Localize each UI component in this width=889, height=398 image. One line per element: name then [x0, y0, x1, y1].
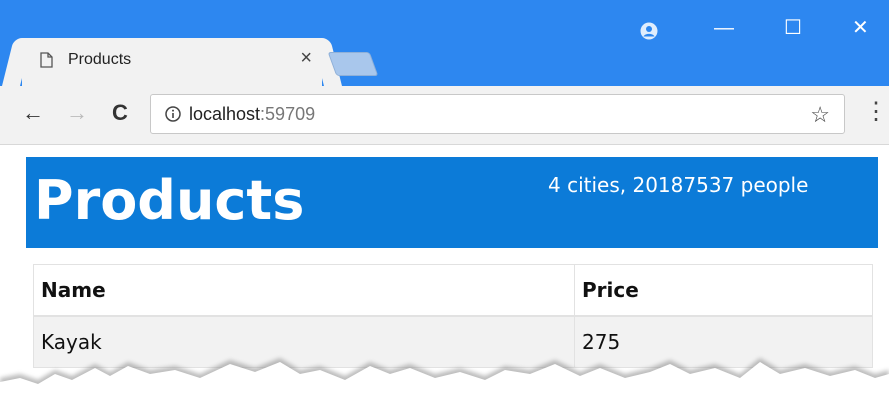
- url-port: :59709: [260, 104, 316, 124]
- reload-button[interactable]: C: [112, 102, 128, 124]
- tab-title: Products: [68, 51, 132, 68]
- url-host: localhost: [189, 104, 261, 124]
- page-icon: [40, 52, 53, 68]
- browser-tab-products[interactable]: Products ×: [22, 38, 322, 86]
- new-tab-button[interactable]: [327, 52, 379, 76]
- bookmark-star-icon[interactable]: ☆: [810, 102, 830, 128]
- profile-icon[interactable]: [640, 22, 658, 40]
- back-button[interactable]: ←: [22, 102, 44, 124]
- minimize-button[interactable]: —: [714, 18, 734, 38]
- city-stats: 4 cities, 20187537 people: [548, 173, 809, 197]
- close-window-button[interactable]: ✕: [852, 18, 869, 38]
- browser-menu-icon[interactable]: ⋮: [864, 100, 888, 124]
- browser-title-bar: Products × — ☐ ✕: [0, 0, 889, 86]
- column-header-name: Name: [33, 264, 575, 317]
- page-header: Products 4 cities, 20187537 people: [26, 157, 878, 248]
- table-header-row: Name Price: [33, 264, 873, 317]
- info-icon[interactable]: [165, 106, 181, 122]
- browser-toolbar: ← → C localhost:59709 ☆ ⋮: [0, 86, 889, 145]
- maximize-button[interactable]: ☐: [784, 18, 802, 38]
- url-text[interactable]: localhost:59709: [189, 104, 315, 125]
- column-header-price: Price: [574, 264, 873, 317]
- forward-button[interactable]: →: [66, 102, 88, 124]
- page-title: Products: [34, 169, 305, 232]
- close-tab-icon[interactable]: ×: [300, 48, 312, 68]
- address-bar[interactable]: localhost:59709 ☆: [150, 94, 845, 134]
- torn-edge-decoration: [0, 358, 889, 398]
